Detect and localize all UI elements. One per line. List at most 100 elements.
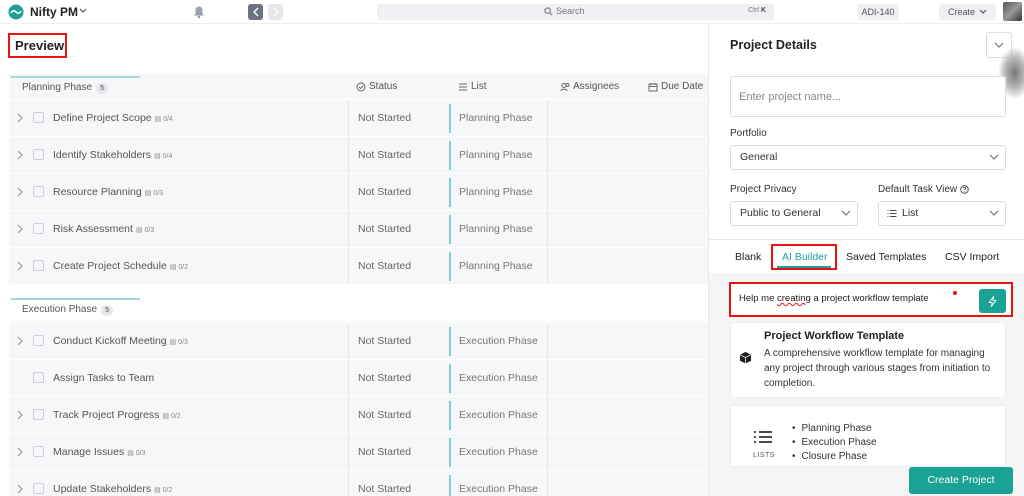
search-placeholder: Search	[556, 6, 585, 16]
app-name[interactable]: Nifty PM	[30, 5, 78, 19]
task-name[interactable]: Assign Tasks to Team	[53, 372, 154, 384]
table-row[interactable]: Define Project Scope ▤ 0/4 Not Started Plan…	[9, 99, 709, 137]
task-status[interactable]: Not Started	[348, 100, 411, 137]
task-status[interactable]: Not Started	[348, 323, 411, 360]
task-status[interactable]: Not Started	[348, 211, 411, 248]
chevron-right-icon[interactable]	[16, 113, 24, 123]
task-checkbox[interactable]	[33, 372, 44, 383]
list-icon	[754, 431, 772, 443]
chevron-right-icon[interactable]	[16, 484, 24, 494]
chevron-right-icon[interactable]	[16, 447, 24, 457]
task-status[interactable]: Not Started	[348, 397, 411, 434]
task-status[interactable]: Not Started	[348, 174, 411, 211]
ai-prompt-text[interactable]: Help me creating a project workflow temp…	[739, 293, 929, 304]
task-checkbox[interactable]	[33, 409, 44, 420]
task-name[interactable]: Resource Planning ▤ 0/3	[53, 186, 163, 198]
lists-card: LISTS Planning Phase Execution Phase Clo…	[730, 405, 1006, 467]
chevron-down-icon[interactable]	[78, 4, 88, 18]
task-list[interactable]: Planning Phase	[449, 104, 533, 133]
table-row[interactable]: Resource Planning ▤ 0/3 Not Started Plannin…	[9, 173, 709, 211]
help-icon[interactable]	[960, 185, 969, 194]
table-row[interactable]: Identify Stakeholders ▤ 0/4 Not Started Pla…	[9, 136, 709, 174]
task-name[interactable]: Define Project Scope ▤ 0/4	[53, 112, 173, 124]
task-checkbox[interactable]	[33, 446, 44, 457]
users-icon	[560, 82, 570, 91]
task-name[interactable]: Conduct Kickoff Meeting ▤ 0/3	[53, 335, 188, 347]
cube-icon	[739, 351, 752, 364]
avatar[interactable]	[1003, 2, 1022, 21]
task-checkbox[interactable]	[33, 260, 44, 271]
task-status[interactable]: Not Started	[348, 248, 411, 285]
create-project-button[interactable]: Create Project	[909, 467, 1013, 494]
bell-icon[interactable]	[193, 5, 205, 19]
task-checkbox[interactable]	[33, 149, 44, 160]
generate-button[interactable]	[979, 289, 1006, 313]
task-checkbox[interactable]	[33, 335, 44, 346]
column-divider	[547, 360, 548, 397]
table-row[interactable]: Manage Issues ▤ 0/3 Not Started Execution P…	[9, 433, 709, 471]
task-checkbox[interactable]	[33, 483, 44, 494]
column-divider	[547, 174, 548, 211]
task-name[interactable]: Identify Stakeholders ▤ 0/4	[53, 149, 172, 161]
task-list[interactable]: Execution Phase	[449, 438, 538, 467]
task-list[interactable]: Planning Phase	[449, 141, 533, 170]
task-list[interactable]: Execution Phase	[449, 401, 538, 430]
ai-prompt-field[interactable]: Help me creating a project workflow temp…	[729, 282, 1013, 317]
task-list[interactable]: Execution Phase	[449, 364, 538, 393]
task-status[interactable]: Not Started	[348, 137, 411, 174]
task-name[interactable]: Risk Assessment ▤ 0/3	[53, 223, 154, 235]
table-row[interactable]: Update Stakeholders ▤ 0/2 Not Started Execu…	[9, 470, 709, 496]
task-name[interactable]: Update Stakeholders ▤ 0/2	[53, 483, 172, 495]
project-id-tag[interactable]: ADI-140	[857, 4, 899, 20]
list-item: Execution Phase	[792, 436, 877, 450]
panel-title: Project Details	[730, 38, 817, 52]
project-name-input[interactable]	[730, 76, 1006, 117]
portfolio-select[interactable]: General	[730, 145, 1006, 170]
task-list[interactable]: Execution Phase	[449, 475, 538, 496]
chevron-right-icon[interactable]	[16, 224, 24, 234]
forward-button[interactable]	[268, 4, 283, 20]
chevron-right-icon[interactable]	[16, 187, 24, 197]
column-header-assignees[interactable]: Assignees	[560, 81, 619, 92]
back-button[interactable]	[248, 4, 263, 20]
phase-tab-execution[interactable]: Execution Phase 5	[11, 298, 140, 320]
column-header-list[interactable]: List	[458, 81, 487, 92]
portfolio-label: Portfolio	[730, 128, 767, 139]
tab-saved-templates[interactable]: Saved Templates	[846, 251, 926, 263]
create-dropdown-button[interactable]: Create	[939, 4, 996, 20]
task-status[interactable]: Not Started	[348, 360, 411, 397]
privacy-select[interactable]: Public to General	[730, 201, 858, 226]
task-checkbox[interactable]	[33, 112, 44, 123]
task-list[interactable]: Planning Phase	[449, 178, 533, 207]
table-row[interactable]: Assign Tasks to Team Not Started Execution…	[9, 359, 709, 397]
search-bar[interactable]: Search Ctrl K	[377, 4, 774, 20]
phase-tab-planning[interactable]: Planning Phase 5	[11, 76, 140, 98]
table-row[interactable]: Conduct Kickoff Meeting ▤ 0/3 Not Started E…	[9, 322, 709, 360]
task-status[interactable]: Not Started	[348, 471, 411, 496]
tab-csv-import[interactable]: CSV Import	[945, 251, 999, 263]
template-card[interactable]: Project Workflow Template A comprehensiv…	[730, 322, 1006, 398]
chevron-right-icon[interactable]	[16, 410, 24, 420]
tab-blank[interactable]: Blank	[735, 251, 761, 263]
chevron-right-icon[interactable]	[16, 336, 24, 346]
task-checkbox[interactable]	[33, 223, 44, 234]
task-list[interactable]: Execution Phase	[449, 327, 538, 356]
task-name[interactable]: Manage Issues ▤ 0/3	[53, 446, 146, 458]
task-view-select[interactable]: List	[878, 201, 1006, 226]
task-checkbox[interactable]	[33, 186, 44, 197]
table-row[interactable]: Create Project Schedule ▤ 0/2 Not Started P…	[9, 247, 709, 285]
column-header-status[interactable]: Status	[356, 81, 397, 92]
table-row[interactable]: Track Project Progress ▤ 0/2 Not Started Ex…	[9, 396, 709, 434]
task-name[interactable]: Create Project Schedule ▤ 0/2	[53, 260, 188, 272]
column-divider	[547, 100, 548, 137]
task-list[interactable]: Planning Phase	[449, 215, 533, 244]
column-header-due-date[interactable]: Due Date	[648, 81, 703, 92]
chevron-right-icon[interactable]	[16, 150, 24, 160]
task-status[interactable]: Not Started	[348, 434, 411, 471]
tab-ai-builder[interactable]: AI Builder	[782, 251, 828, 263]
task-name[interactable]: Track Project Progress ▤ 0/2	[53, 409, 181, 421]
task-list[interactable]: Planning Phase	[449, 252, 533, 281]
nifty-logo-icon	[8, 4, 24, 20]
table-row[interactable]: Risk Assessment ▤ 0/3 Not Started Planning …	[9, 210, 709, 248]
chevron-right-icon[interactable]	[16, 261, 24, 271]
